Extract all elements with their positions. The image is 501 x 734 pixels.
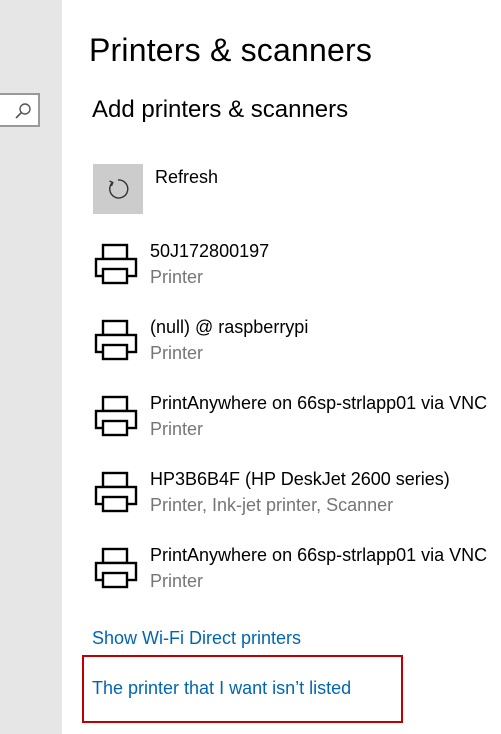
printer-icon	[94, 395, 138, 437]
device-item[interactable]: PrintAnywhere on 66sp-strlapp01 via VNC …	[93, 545, 501, 605]
device-type: Printer	[150, 419, 204, 439]
device-item[interactable]: HP3B6B4F (HP DeskJet 2600 series) Printe…	[93, 469, 501, 529]
device-type: Printer, Ink-jet printer, Scanner	[150, 495, 394, 515]
device-name: (null) @ raspberrypi	[150, 317, 309, 337]
show-wifi-direct-link[interactable]: Show Wi-Fi Direct printers	[92, 628, 301, 649]
printer-icon	[94, 547, 138, 589]
device-item[interactable]: PrintAnywhere on 66sp-strlapp01 via VNC …	[93, 393, 501, 453]
device-name: 50J172800197	[150, 241, 270, 261]
page-title: Printers & scanners	[89, 32, 373, 68]
section-title: Add printers & scanners	[92, 96, 349, 123]
printer-not-listed-link[interactable]: The printer that I want isn’t listed	[92, 678, 351, 699]
printer-icon	[94, 319, 138, 361]
device-type: Printer	[150, 267, 204, 287]
device-item[interactable]: (null) @ raspberrypi Printer	[93, 317, 501, 377]
refresh-icon	[109, 179, 129, 199]
search-icon	[15, 103, 31, 119]
device-type: Printer	[150, 571, 204, 591]
device-type: Printer	[150, 343, 204, 363]
refresh-label[interactable]: Refresh	[155, 167, 218, 188]
search-button[interactable]	[0, 93, 40, 127]
printer-icon	[94, 471, 138, 513]
device-name: HP3B6B4F (HP DeskJet 2600 series)	[150, 469, 450, 489]
printer-icon	[94, 243, 138, 285]
device-item[interactable]: 50J172800197 Printer	[93, 241, 501, 301]
device-name: PrintAnywhere on 66sp-strlapp01 via VNC	[150, 545, 488, 565]
device-name: PrintAnywhere on 66sp-strlapp01 via VNC	[150, 393, 488, 413]
refresh-button[interactable]	[93, 164, 143, 214]
